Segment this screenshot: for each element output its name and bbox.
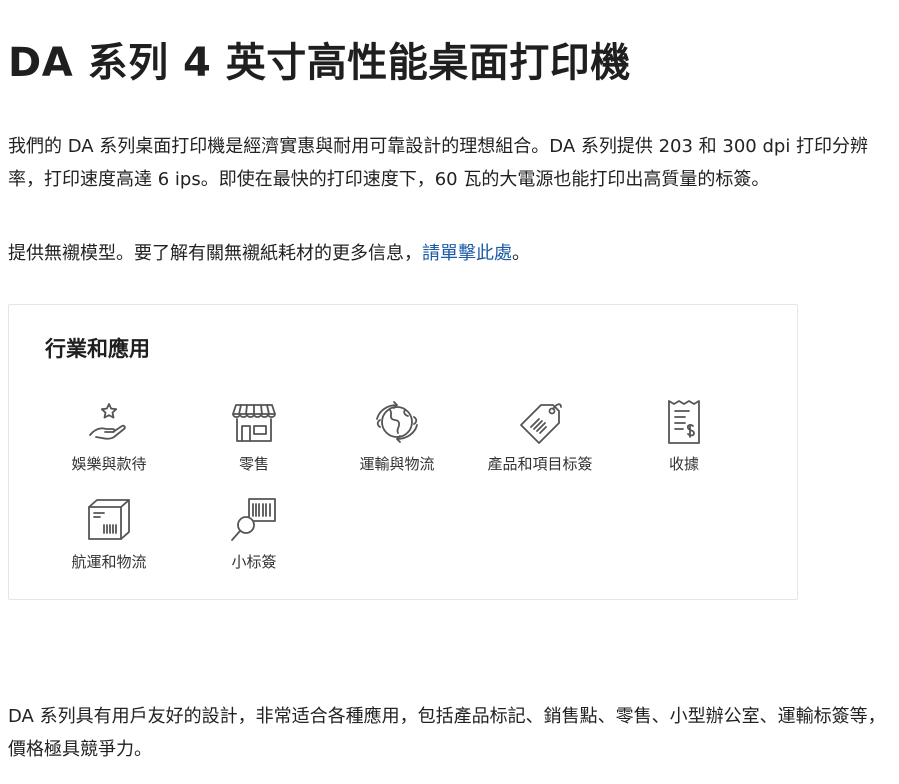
industry-label: 收據 [668,455,699,473]
tag-icon [515,397,565,447]
intro-paragraph: 我們的 DA 系列桌面打印機是經濟實惠與耐用可靠設計的理想組合。DA 系列提供 … [8,136,869,190]
industry-tile-shipping[interactable]: 航運和物流 [39,495,179,572]
barcode-magnifier-icon [229,495,279,545]
industry-tile-transport[interactable]: 運輸與物流 [327,397,467,474]
outro-paragraph: DA 系列具有用戶友好的設計，非常适合各種應用，包括產品标記、銷售點、零售、小型… [8,706,886,760]
storefront-icon [229,397,279,447]
note-text: 提供無襯模型。要了解有關無襯紙耗材的更多信息， [8,243,422,264]
industry-label: 運輸與物流 [359,455,435,473]
globe-arrows-icon [372,397,422,447]
note-suffix: 。 [512,243,530,264]
industry-tile-product-labels[interactable]: 產品和項目标簽 [470,397,610,474]
industry-label: 小标簽 [231,553,277,571]
page-title: DA 系列 4 英寸高性能桌面打印機 [8,40,631,86]
industry-tile-hospitality[interactable]: 娛樂與款待 [39,397,179,474]
receipt-icon [659,397,709,447]
package-box-icon [84,495,134,545]
hand-star-icon [84,397,134,447]
industry-tile-retail[interactable]: 零售 [184,397,324,474]
industry-label: 娛樂與款待 [71,455,147,473]
industry-tile-small-labels[interactable]: 小标簽 [184,495,324,572]
liner-free-note: 提供無襯模型。要了解有關無襯紙耗材的更多信息，請單擊此處。 [8,237,530,270]
industry-label: 航運和物流 [71,553,147,571]
industry-label: 零售 [238,455,269,473]
click-here-link[interactable]: 請單擊此處 [422,243,512,264]
industry-tile-receipts[interactable]: 收據 [614,397,754,474]
industries-title: 行業和應用 [45,337,150,361]
industries-card: 行業和應用 娛樂與款待 零售 運輸與物流 產品和項目标簽 收據 航運和物流 小标… [8,304,798,600]
page: DA 系列 4 英寸高性能桌面打印機 我們的 DA 系列桌面打印機是經濟實惠與耐… [0,0,899,784]
industry-label: 產品和項目标簽 [487,455,593,473]
